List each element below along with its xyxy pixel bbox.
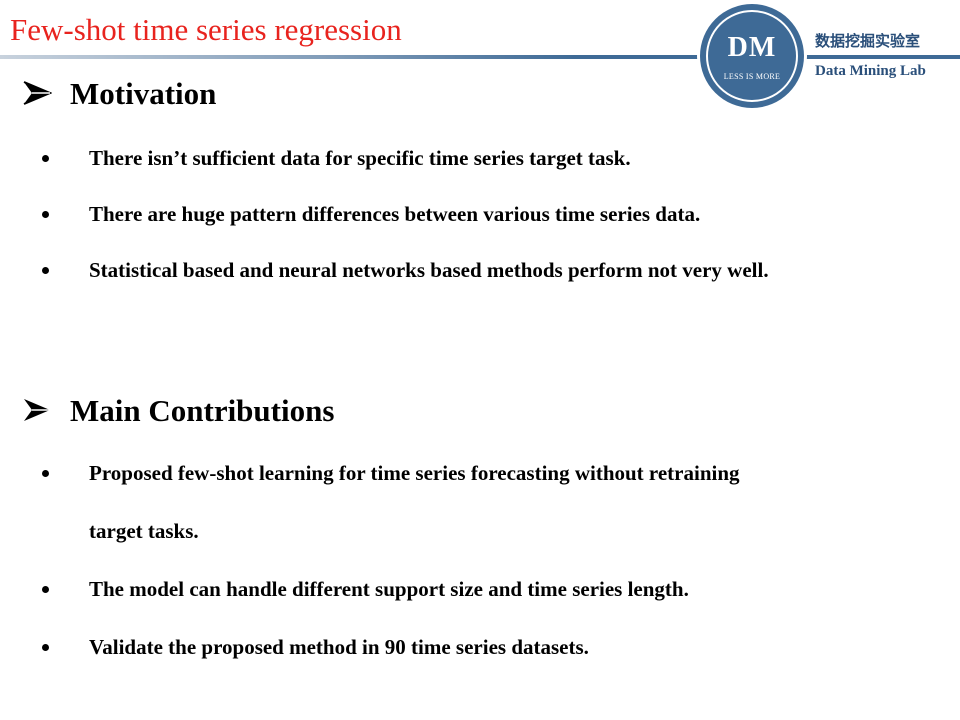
slide-title: Few-shot time series regression <box>10 12 402 47</box>
header-rule <box>0 55 960 59</box>
bullet-text: Validate the proposed method in 90 time … <box>89 635 589 659</box>
dot-bullet-icon <box>42 211 49 218</box>
section-motivation: Motivation <box>0 76 960 116</box>
bullet-text: The model can handle different support s… <box>89 577 689 601</box>
bullet-text: There isn’t sufficient data for specific… <box>89 146 631 170</box>
bullet-text: Proposed few-shot learning for time seri… <box>89 461 740 543</box>
arrow-bullet-icon <box>23 81 52 105</box>
dot-bullet-icon <box>42 644 49 651</box>
section-main-contributions: Main Contributions <box>0 393 960 433</box>
dot-bullet-icon <box>42 470 49 477</box>
lab-name-chinese: 数据挖掘实验室 <box>815 32 921 50</box>
logo-initials: DM <box>727 32 777 63</box>
bullet-text: There are huge pattern differences betwe… <box>89 202 701 226</box>
section-title: Motivation <box>70 76 217 111</box>
arrow-bullet-icon <box>24 399 50 421</box>
section-heading: Main Contributions <box>0 393 960 433</box>
section-heading: Motivation <box>0 76 960 116</box>
bullet-text: Statistical based and neural networks ba… <box>89 258 769 282</box>
dot-bullet-icon <box>42 586 49 593</box>
section-title: Main Contributions <box>70 393 335 428</box>
dot-bullet-icon <box>42 155 49 162</box>
dot-bullet-icon <box>42 267 49 274</box>
